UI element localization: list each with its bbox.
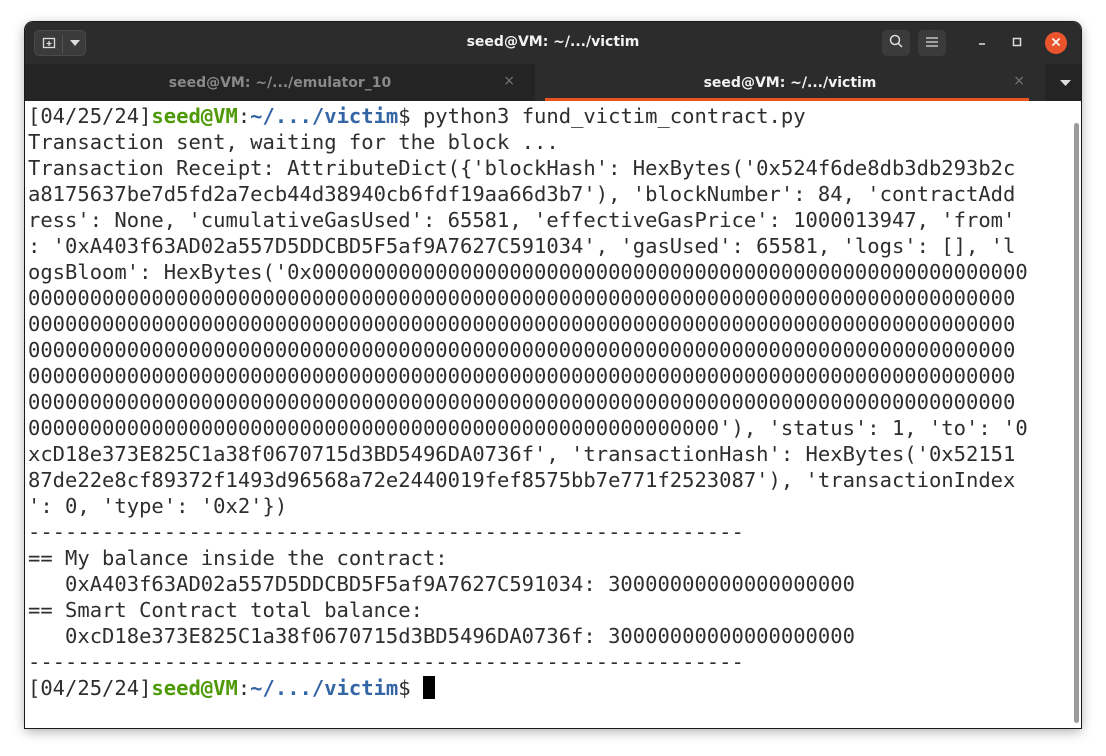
output-line: ress': None, 'cumulativeGasUsed': 65581,… [28, 208, 1016, 232]
output-line: 0xA403f63AD02a557D5DDCBD5F5af9A7627C5910… [28, 572, 855, 596]
output-line: 87de22e8cf89372f1493d96568a72e2440019fef… [28, 468, 1016, 492]
maximize-icon [1012, 36, 1022, 50]
tab-victim[interactable]: seed@VM: ~/.../victim × [535, 64, 1045, 101]
terminal-window: seed@VM: ~/.../victim seed@VM: ~/.../emu… [25, 22, 1081, 728]
hamburger-menu-icon [926, 35, 938, 51]
output-line: == Smart Contract total balance: [28, 598, 423, 622]
prompt-path: ~/.../victim [250, 104, 399, 128]
output-line: 0000000000000000000000000000000000000000… [28, 338, 1016, 362]
output-line: ----------------------------------------… [28, 650, 744, 674]
tab-label: seed@VM: ~/.../victim [703, 74, 877, 91]
output-line: ----------------------------------------… [28, 520, 744, 544]
output-line: 0000000000000000000000000000000000000000… [28, 416, 1028, 440]
close-icon [1051, 35, 1061, 51]
prompt-line: [04/25/24]seed@VM:~/.../victim$ python3 … [28, 103, 1071, 129]
prompt-dollar: $ [398, 104, 423, 128]
prompt-path: ~/.../victim [250, 676, 399, 700]
prompt-user: seed@VM [151, 676, 238, 700]
tab-label: seed@VM: ~/.../emulator_10 [168, 74, 392, 91]
maximize-button[interactable] [1006, 32, 1028, 54]
search-button[interactable] [882, 30, 910, 56]
prompt-time: [04/25/24] [28, 676, 152, 700]
prompt-command: python3 fund_victim_contract.py [422, 104, 806, 128]
search-icon [889, 34, 903, 52]
output-line: 0xcD18e373E825C1a38f0670715d3BD5496DA073… [28, 624, 855, 648]
prompt-line: [04/25/24]seed@VM:~/.../victim$ [28, 675, 1071, 701]
close-window-button[interactable] [1045, 32, 1067, 54]
output-line: 0000000000000000000000000000000000000000… [28, 364, 1016, 388]
prompt-time: [04/25/24] [28, 104, 152, 128]
output-line: 0000000000000000000000000000000000000000… [28, 286, 1016, 310]
output-line: 0000000000000000000000000000000000000000… [28, 312, 1016, 336]
output-line: Transaction sent, waiting for the block … [28, 130, 559, 154]
tab-list-chevron-icon[interactable] [1060, 76, 1071, 89]
output-line: a8175637be7d5fd2a7ecb44d38940cb6fdf19aa6… [28, 182, 1016, 206]
prompt-dollar: $ [398, 676, 423, 700]
output-line: : '0xA403f63AD02a557D5DDCBD5F5af9A7627C5… [28, 234, 1016, 258]
prompt-user: seed@VM [151, 104, 238, 128]
tab-close-icon[interactable]: × [503, 73, 515, 89]
tab-emulator[interactable]: seed@VM: ~/.../emulator_10 × [25, 64, 535, 101]
menu-button[interactable] [918, 30, 946, 56]
scrollbar-thumb[interactable] [1074, 123, 1079, 723]
title-bar: seed@VM: ~/.../victim [25, 22, 1081, 64]
text-cursor [422, 676, 435, 699]
output-line: ogsBloom': HexBytes('0x00000000000000000… [28, 260, 1028, 284]
scrollbar[interactable] [1071, 101, 1081, 728]
prompt-colon: : [237, 676, 251, 700]
minimize-button[interactable] [971, 32, 993, 54]
output-line: Transaction Receipt: AttributeDict({'blo… [28, 156, 1016, 180]
prompt-colon: : [237, 104, 251, 128]
output-line: ': 0, 'type': '0x2'}) [28, 494, 288, 518]
tab-bar: seed@VM: ~/.../emulator_10 × seed@VM: ~/… [25, 64, 1081, 101]
output-line: == My balance inside the contract: [28, 546, 448, 570]
minimize-icon [977, 36, 987, 50]
output-line: 0000000000000000000000000000000000000000… [28, 390, 1016, 414]
output-line: xcD18e373E825C1a38f0670715d3BD5496DA0736… [28, 442, 1016, 466]
tab-close-icon[interactable]: × [1013, 73, 1025, 89]
terminal-output[interactable]: [04/25/24]seed@VM:~/.../victim$ python3 … [25, 101, 1071, 728]
